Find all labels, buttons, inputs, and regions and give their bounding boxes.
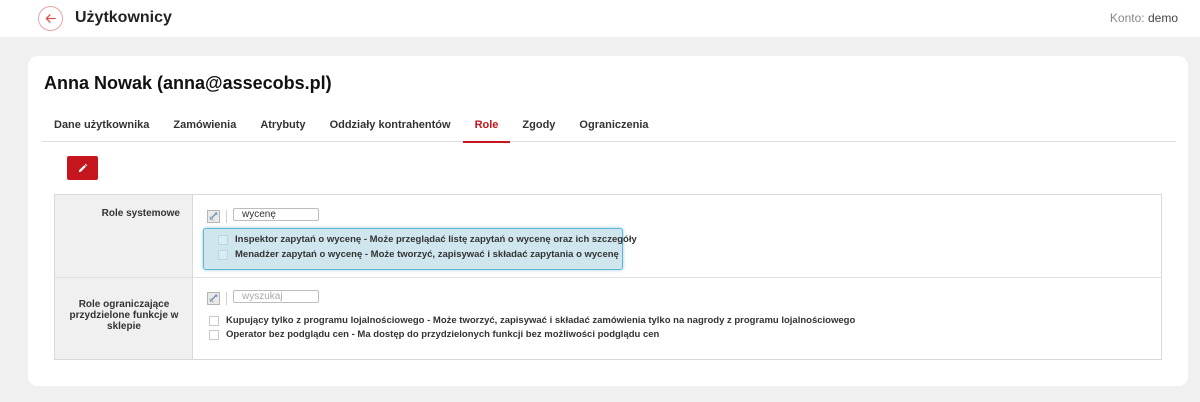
account-label: Konto: [1109,11,1145,25]
account-info: Konto: demo [1110,11,1178,25]
tab-consents[interactable]: Zgody [510,118,567,142]
tab-user-data[interactable]: Dane użytkownika [42,118,161,142]
user-card: Anna Nowak (anna@assecobs.pl) Dane użytk… [28,56,1188,386]
roles-table: Role systemowe Inspektor zapytań o wycen… [54,194,1162,360]
checkbox[interactable] [218,249,228,260]
page-title: Użytkownicy [75,9,172,26]
option-label: Operator bez podglądu cen - Ma dostęp do… [226,329,660,340]
edit-button[interactable] [67,156,98,180]
checkbox[interactable] [209,329,219,340]
filter-clear-icon[interactable] [207,210,220,223]
filter-clear-icon[interactable] [207,292,220,305]
system-roles-label: Role systemowe [101,208,180,219]
restricting-roles-search-input[interactable] [233,290,319,303]
restricting-roles-row: Role ograniczające przydzielone funkcje … [55,278,1161,359]
list-item[interactable]: Menadżer zapytań o wycenę - Może tworzyć… [218,249,619,260]
option-label: Inspektor zapytań o wycenę - Może przegl… [235,234,637,245]
top-bar: Użytkownicy Konto: demo [0,0,1200,37]
arrow-left-icon [45,14,56,23]
tab-orders[interactable]: Zamówienia [161,118,248,142]
separator [226,210,227,223]
tab-customer-branches[interactable]: Oddziały kontrahentów [318,118,463,142]
user-title: Anna Nowak (anna@assecobs.pl) [44,73,332,93]
restricting-roles-label-cell: Role ograniczające przydzielone funkcje … [55,278,193,359]
system-roles-search-input[interactable] [233,208,319,221]
list-item[interactable]: Inspektor zapytań o wycenę - Może przegl… [218,234,637,245]
tab-restrictions[interactable]: Ograniczenia [567,118,660,142]
option-label: Menadżer zapytań o wycenę - Może tworzyć… [235,249,619,260]
account-value[interactable]: demo [1148,11,1178,25]
option-label: Kupujący tylko z programu lojalnościoweg… [226,315,856,326]
system-roles-row: Role systemowe Inspektor zapytań o wycen… [55,195,1161,278]
restricting-roles-label: Role ograniczające przydzielone funkcje … [69,299,179,332]
back-button[interactable] [38,6,63,31]
separator [226,292,227,305]
list-item[interactable]: Kupujący tylko z programu lojalnościoweg… [209,315,855,326]
system-roles-selected-list: Inspektor zapytań o wycenę - Może przegl… [203,228,637,270]
pencil-icon [78,163,88,172]
checkbox[interactable] [209,315,219,326]
tab-attributes[interactable]: Atrybuty [248,118,317,142]
list-item[interactable]: Operator bez podglądu cen - Ma dostęp do… [209,329,659,340]
system-roles-label-cell: Role systemowe [55,195,193,277]
checkbox[interactable] [218,234,228,245]
tab-roles[interactable]: Role [462,118,511,143]
tab-bar: Dane użytkownika Zamówienia Atrybuty Odd… [42,118,1176,143]
